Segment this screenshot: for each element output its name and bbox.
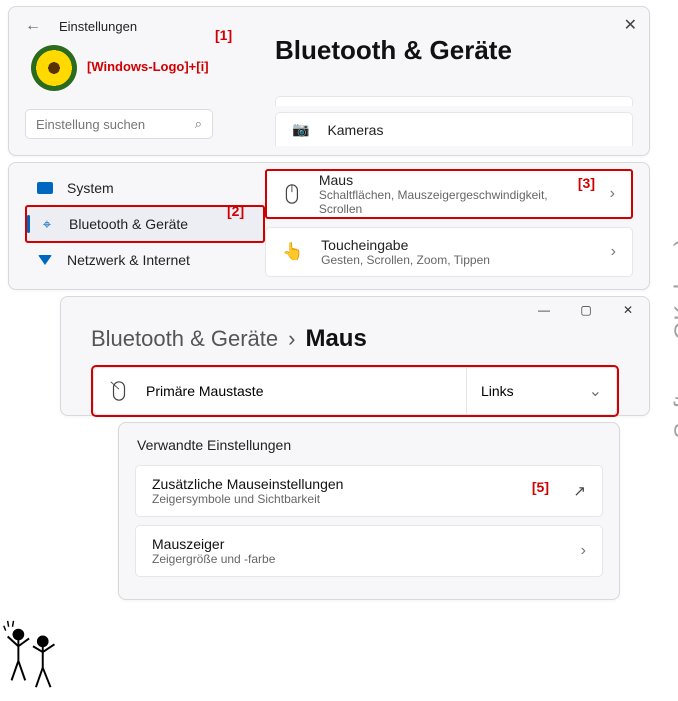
card-subtitle: Schaltflächen, Mauszeigergeschwindigkeit… [319,188,592,216]
minimize-icon[interactable]: — [523,297,565,323]
section-header: Verwandte Einstellungen [137,437,603,453]
back-arrow-icon[interactable]: ← [25,17,41,35]
close-icon[interactable]: ✕ [624,15,637,35]
sidebar-nav: System ⌖ Bluetooth & Geräte Netzwerk & In… [25,167,265,279]
card-title: Mauszeiger [152,536,275,552]
settings-header-panel: ✕ ← Einstellungen [Windows-Logo]+[i] Ein… [8,6,650,156]
card-touch[interactable]: 👆 ToucheingabeGesten, Scrollen, Zoom, Ti… [265,227,633,277]
nav-label: Netzwerk & Internet [67,252,190,268]
mouse-icon [110,380,128,402]
settings-search-input[interactable]: Einstellung suchen ⌕ [25,109,213,139]
card-label: Kameras [327,122,383,138]
callout-1: [1] [215,27,232,43]
monitor-icon [37,180,53,196]
select-value: Links [481,383,514,399]
nav-label: Bluetooth & Geräte [69,216,188,232]
app-title: Einstellungen [59,19,137,34]
primary-button-select[interactable]: Links ⌄ [467,367,617,415]
chevron-right-icon: › [288,326,295,352]
wifi-icon [37,252,53,268]
breadcrumb: Bluetooth & Geräte › Maus [91,325,633,353]
close-icon[interactable]: ✕ [607,297,649,323]
callout-2: [2] [227,203,244,219]
page-title: Bluetooth & Geräte [275,35,633,66]
search-icon: ⌕ [195,116,202,132]
search-placeholder: Einstellung suchen [36,117,145,132]
card-kameras-partial[interactable]: 📷 Kameras [275,112,633,146]
hotkey-annotation: [Windows-Logo]+[i] [87,59,209,74]
card-subtitle: Gesten, Scrollen, Zoom, Tippen [321,253,490,267]
window-controls: — ▢ ✕ [523,297,649,323]
chevron-right-icon: › [581,542,586,560]
maximize-icon[interactable]: ▢ [565,297,607,323]
setting-label: Primäre Maustaste [146,383,263,399]
callout-5: [5] [532,479,549,495]
primary-mouse-button-row: Primäre Maustaste Links ⌄ [91,365,619,417]
user-avatar-sunflower[interactable] [31,45,77,91]
card-subtitle: Zeigergröße und -farbe [152,552,275,566]
card-title: Zusätzliche Mauseinstellungen [152,476,343,492]
touch-icon: 👆 [282,242,303,262]
mouse-settings-panel: — ▢ ✕ Bluetooth & Geräte › Maus Primäre … [60,296,650,416]
card-subtitle: Zeigersymbole und Sichtbarkeit [152,492,343,506]
external-link-icon: ↗ [573,482,586,500]
chevron-right-icon: › [610,185,615,203]
chevron-right-icon: › [611,243,616,261]
related-settings-panel: Verwandte Einstellungen Zusätzliche Maus… [118,422,620,600]
watermark-text: www.SoftwareOK.de :-) [670,238,678,498]
sidebar-item-network[interactable]: Netzwerk & Internet [25,243,265,277]
mouse-icon [283,183,301,205]
card-title: Maus [319,172,592,188]
primary-button-label-area: Primäre Maustaste [93,367,467,415]
breadcrumb-current: Maus [305,325,366,353]
stick-figures-decoration [2,617,64,695]
settings-nav-panel: System ⌖ Bluetooth & Geräte Netzwerk & In… [8,162,650,290]
bluetooth-icon: ⌖ [39,216,55,232]
card-mouse-pointer[interactable]: Mauszeiger Zeigergröße und -farbe › [135,525,603,577]
sidebar-item-system[interactable]: System [25,171,265,205]
chevron-down-icon: ⌄ [589,381,602,401]
camera-icon: 📷 [292,121,309,138]
breadcrumb-parent[interactable]: Bluetooth & Geräte [91,326,278,352]
callout-3: [3] [578,175,595,191]
nav-label: System [67,180,114,196]
card-title: Toucheingabe [321,237,490,253]
